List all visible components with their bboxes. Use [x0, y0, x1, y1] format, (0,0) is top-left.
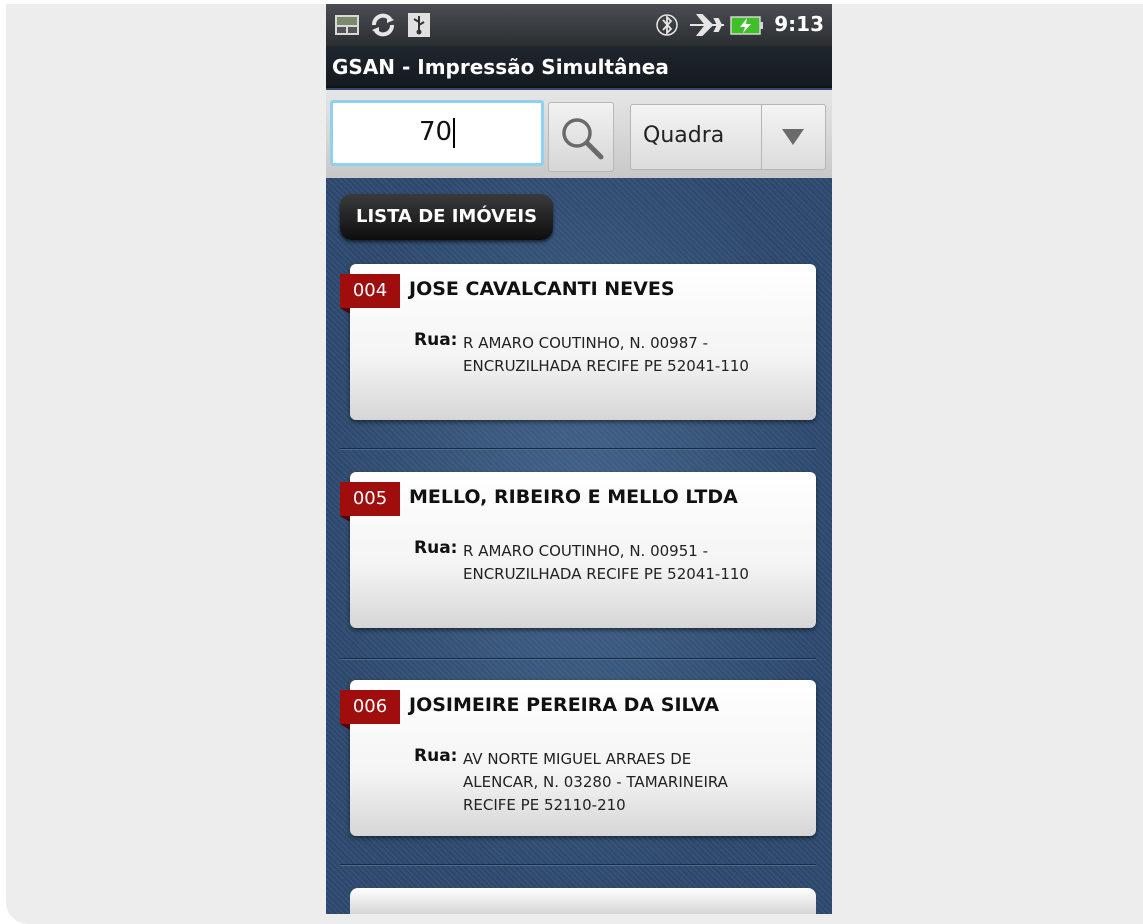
bluetooth-icon	[656, 14, 678, 36]
address-line: ALENCAR, N. 03280 - TAMARINEIRA	[463, 773, 728, 791]
airplane-mode-icon	[690, 14, 724, 36]
item-owner-name: JOSIMEIRE PEREIRA DA SILVA	[409, 694, 720, 716]
item-number-badge: 006	[340, 690, 400, 730]
search-icon	[562, 118, 604, 160]
item-address: R AMARO COUTINHO, N. 00951 - ENCRUZILHAD…	[463, 540, 803, 586]
app-title-bar: GSAN - Impressão Simultânea	[326, 46, 832, 88]
list-divider	[340, 448, 816, 450]
usb-icon	[408, 13, 430, 37]
item-owner-name: JOSE CAVALCANTI NEVES	[409, 278, 675, 300]
filter-select-value: Quadra	[643, 123, 725, 148]
sync-icon	[372, 13, 394, 37]
search-input[interactable]: 70	[330, 100, 544, 166]
search-input-value: 70	[418, 117, 453, 147]
address-line: AV NORTE MIGUEL ARRAES DE	[463, 750, 692, 768]
filter-select[interactable]: Quadra	[630, 104, 826, 170]
list-item[interactable]: 005 MELLO, RIBEIRO E MELLO LTDA Rua: R A…	[340, 472, 816, 628]
address-line: R AMARO COUTINHO, N. 00987 -	[463, 334, 708, 352]
text-caret	[453, 117, 456, 148]
address-label: Rua:	[414, 746, 458, 766]
list-item[interactable]: 006 JOSIMEIRE PEREIRA DA SILVA Rua: AV N…	[340, 680, 816, 836]
address-line: ENCRUZILHADA RECIFE PE 52041-110	[463, 357, 749, 375]
item-number-badge: 004	[340, 274, 400, 314]
status-time: 9:13	[774, 12, 824, 36]
app-title: GSAN - Impressão Simultânea	[332, 55, 669, 79]
select-divider	[761, 105, 762, 169]
status-bar: 9:13	[326, 4, 832, 46]
address-label: Rua:	[414, 538, 458, 558]
list-item[interactable]: 004 JOSE CAVALCANTI NEVES Rua: R AMARO C…	[340, 264, 816, 420]
list-divider	[340, 658, 816, 660]
address-line: RECIFE PE 52110-210	[463, 796, 626, 814]
search-toolbar: 70 Quadra	[326, 90, 832, 178]
address-line: ENCRUZILHADA RECIFE PE 52041-110	[463, 565, 749, 583]
section-title: LISTA DE IMÓVEIS	[340, 194, 554, 240]
search-button[interactable]	[548, 102, 614, 172]
item-address: AV NORTE MIGUEL ARRAES DE ALENCAR, N. 03…	[463, 748, 803, 817]
address-line: R AMARO COUTINHO, N. 00951 -	[463, 542, 708, 560]
property-list-area[interactable]: LISTA DE IMÓVEIS 004 JOSE CAVALCANTI NEV…	[326, 178, 832, 914]
address-label: Rua:	[414, 330, 458, 350]
item-number-badge: 005	[340, 482, 400, 522]
screenshot-icon	[335, 15, 359, 35]
list-item-partial[interactable]	[350, 888, 816, 914]
item-address: R AMARO COUTINHO, N. 00987 - ENCRUZILHAD…	[463, 332, 803, 378]
list-divider	[340, 864, 816, 866]
chevron-down-icon[interactable]	[782, 129, 804, 147]
battery-charging-icon	[730, 16, 763, 35]
phone-screen: 9:13 GSAN - Impressão Simultânea 70 Quad…	[326, 4, 832, 914]
item-owner-name: MELLO, RIBEIRO E MELLO LTDA	[409, 486, 738, 508]
